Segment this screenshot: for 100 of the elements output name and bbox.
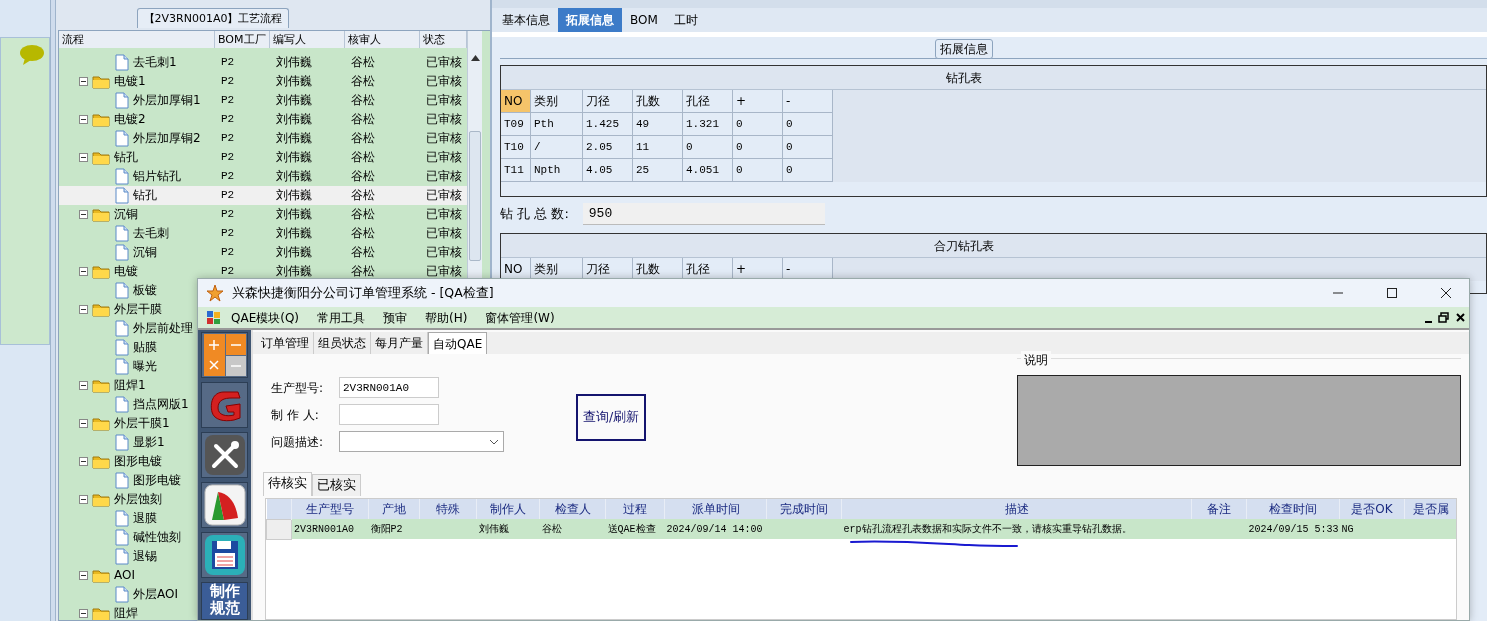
tree-label: 外层AOI (133, 586, 178, 603)
table-cell: 0 (733, 136, 783, 159)
table-cell-text: 已审核 (425, 168, 463, 185)
table-cell: 0 (783, 136, 833, 159)
table-cell-text: P2 (220, 207, 236, 222)
table-cell: Pth (531, 113, 583, 136)
table-cell-text: 谷松 (350, 206, 376, 223)
table-cell-text: 刘伟巍 (275, 149, 313, 166)
table-cell-text: 谷松 (350, 187, 376, 204)
table-cell-text: 谷松 (350, 92, 376, 109)
table-cell: 谷松 (539, 519, 606, 539)
tree-label: 图形电镀 (133, 472, 181, 489)
table-cell: NG (1339, 519, 1405, 539)
table-cell-text: 已审核 (425, 92, 463, 109)
group-title: 说明 (1021, 351, 1051, 369)
table-cell-text: P2 (220, 245, 236, 260)
tree-label: 退膜 (133, 510, 157, 527)
tree-label: 外层加厚铜2 (133, 130, 201, 147)
tree-label: 外层加厚铜1 (133, 92, 201, 109)
table-cell-text: 刘伟巍 (275, 130, 313, 147)
table-cell-text: 已审核 (425, 149, 463, 166)
tree-label: 外层蚀刻 (114, 491, 162, 508)
table-cell-text: 已审核 (425, 73, 463, 90)
tree-label: 电镀 (114, 263, 138, 280)
table-cell-text: P2 (220, 150, 236, 165)
field-label: 制 作 人: (271, 406, 320, 424)
table-cell-text: 谷松 (350, 149, 376, 166)
table-cell-text: 已审核 (425, 206, 463, 223)
tree-label: 板镀 (133, 282, 157, 299)
table-cell-text: 谷松 (350, 168, 376, 185)
table-cell-text: P2 (220, 74, 236, 89)
tree-label: 钻孔 (133, 187, 157, 204)
tree-label: 外层前处理 (133, 320, 193, 337)
tree-label: 沉铜 (133, 244, 157, 261)
table-cell: T10 (501, 136, 531, 159)
table-cell-text: P2 (220, 226, 236, 241)
field-label: 钻 孔 总 数: (500, 205, 569, 224)
table-cell: 0 (683, 136, 733, 159)
tree-label: 外层干膜 (114, 301, 162, 318)
table-cell-text: 刘伟巍 (275, 92, 313, 109)
tree-label: AOI (114, 567, 135, 584)
table-cell-text: 已审核 (425, 225, 463, 242)
tree-label: 电镀2 (114, 111, 146, 128)
tree-label: 图形电镀 (114, 453, 162, 470)
tree-label: 阻焊 (114, 605, 138, 620)
table-cell-text: P2 (220, 93, 236, 108)
table-cell: 刘伟巍 (476, 519, 540, 539)
table-cell: 2024/09/14 14:00 (664, 519, 767, 539)
table-cell-text: 已审核 (425, 244, 463, 261)
table-cell: 49 (633, 113, 683, 136)
tree-label: 电镀1 (114, 73, 146, 90)
table-cell-text: P2 (220, 188, 236, 203)
table-cell-text: 刘伟巍 (275, 54, 313, 71)
table-cell-text: 谷松 (350, 54, 376, 71)
tree-label: 钻孔 (114, 149, 138, 166)
table-cell: 2V3RN001A0 (291, 519, 369, 539)
table-cell-text: 谷松 (350, 263, 376, 280)
table-cell-text: P2 (220, 131, 236, 146)
tree-label: 贴膜 (133, 339, 157, 356)
table-cell-text: 已审核 (425, 111, 463, 128)
tree-label: 去毛刺 (133, 225, 169, 242)
tree-label: 外层干膜1 (114, 415, 170, 432)
table-cell-text: 已审核 (425, 187, 463, 204)
panel-title: 【2V3RN001A0】工艺流程 (136, 8, 290, 28)
table-cell-text: P2 (220, 264, 236, 279)
total-field: 950 (582, 203, 825, 225)
table-cell: 2024/09/15 5:33 (1246, 519, 1340, 539)
tree-label: 阻焊1 (114, 377, 146, 394)
table-cell-text: 已审核 (425, 130, 463, 147)
table-cell-text: P2 (220, 169, 236, 184)
group-title: 拓展信息 (934, 39, 993, 59)
table-cell: 衡阳P2 (368, 519, 420, 539)
tree-label: 沉铜 (114, 206, 138, 223)
table-cell-text: 刘伟巍 (275, 168, 313, 185)
tree-label: 显影1 (133, 434, 165, 451)
table-cell-text: 刘伟巍 (275, 73, 313, 90)
table-cell: / (531, 136, 583, 159)
table-cell: erp钻孔流程孔表数据和实际文件不一致，请核实重导钻孔数据。 (841, 519, 1192, 539)
table-cell: 2.05 (583, 136, 633, 159)
window-title: 兴森快捷衡阳分公司订单管理系统 - [QA检查] (232, 283, 495, 302)
table-cell: 0 (733, 113, 783, 136)
tree-label: 退锡 (133, 548, 157, 565)
table-cell-text: 刘伟巍 (275, 187, 313, 204)
table-cell-text: 已审核 (425, 54, 463, 71)
table-cell-text: 谷松 (350, 130, 376, 147)
tree-label: 去毛刺1 (133, 54, 177, 71)
field-label: 生产型号: (271, 379, 325, 397)
table-cell-text: 刘伟巍 (275, 111, 313, 128)
field-label: 问题描述: (271, 433, 325, 451)
table-cell: T09 (501, 113, 531, 136)
table-cell-text: 已审核 (425, 263, 463, 280)
table-cell: 1.425 (583, 113, 633, 136)
table-cell-text: P2 (220, 112, 236, 127)
tree-label: 碱性蚀刻 (133, 529, 181, 546)
table-cell-text: 谷松 (350, 73, 376, 90)
table-cell-text: 刘伟巍 (275, 263, 313, 280)
table-cell: 1.321 (683, 113, 733, 136)
table-cell-text: 谷松 (350, 244, 376, 261)
table-cell-text: P2 (220, 55, 236, 70)
table-cell: 送QAE检查 (605, 519, 665, 539)
